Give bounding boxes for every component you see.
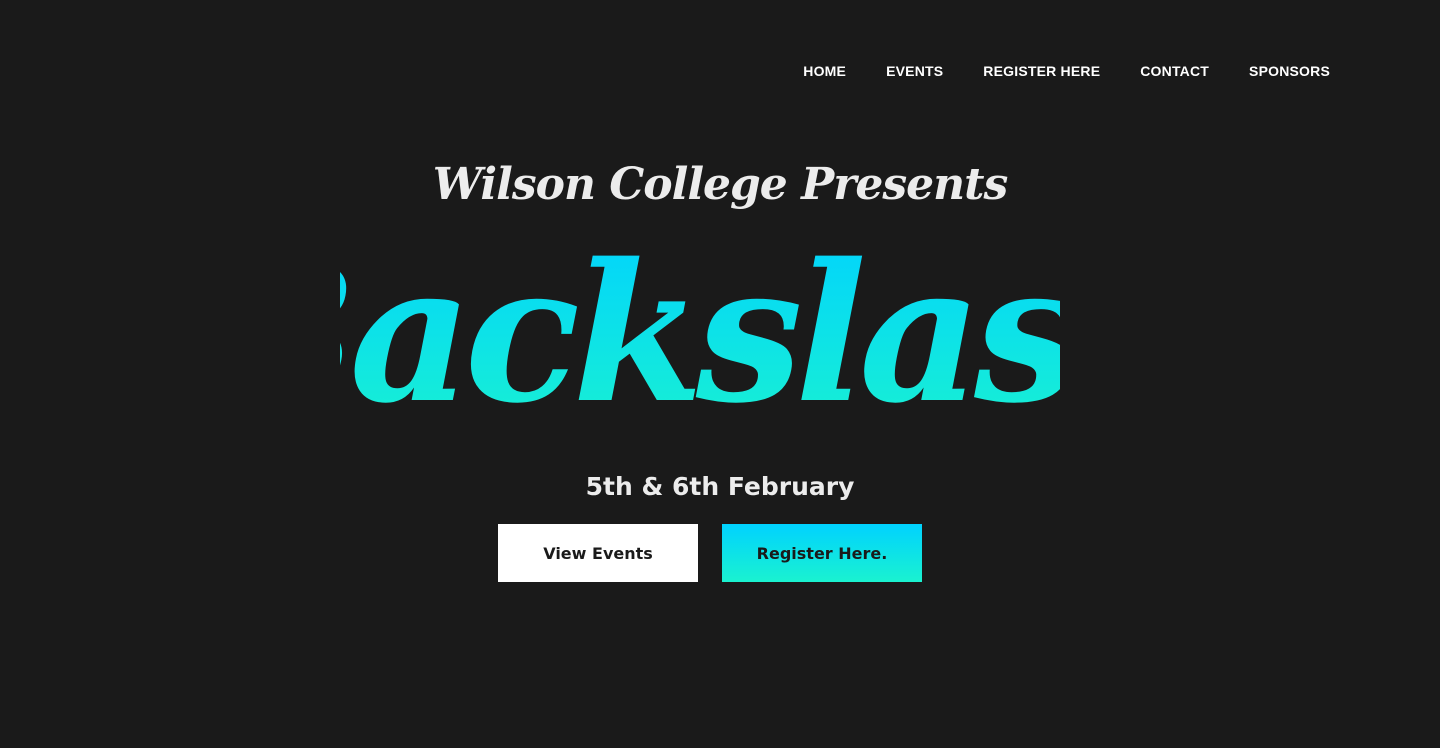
event-title-logo: Backslash (340, 222, 1060, 430)
page: HOME EVENTS REGISTER HERE CONTACT SPONSO… (0, 0, 1440, 748)
event-date: 5th & 6th February (585, 472, 855, 501)
hero-section: Wilson College Presents Backslash 5th & … (0, 0, 1440, 748)
register-button[interactable]: Register Here. (722, 524, 922, 582)
event-title-text: Backslash (340, 222, 1060, 430)
hero-buttons: View Events Register Here. (498, 524, 922, 582)
view-events-button[interactable]: View Events (498, 524, 698, 582)
